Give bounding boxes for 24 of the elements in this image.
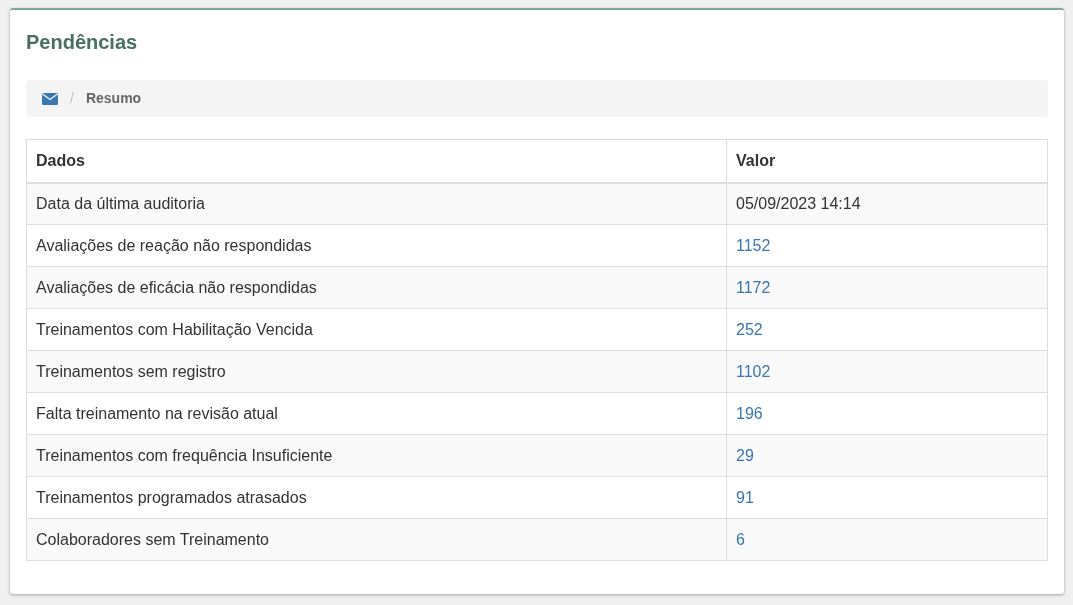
table-cell: Treinamentos com frequência Insuficiente — [26, 434, 727, 477]
count-link[interactable]: 252 — [736, 320, 763, 338]
table-cell: Avaliações de eficácia não respondidas — [26, 266, 727, 309]
table-cell: Treinamentos programados atrasados — [26, 476, 727, 519]
count-link[interactable]: 29 — [736, 446, 754, 464]
count-link[interactable]: 1102 — [736, 362, 771, 380]
column-header: Valor — [726, 139, 1048, 183]
count-link[interactable]: 91 — [736, 488, 754, 506]
table-cell: Avaliações de reação não respondidas — [26, 224, 727, 267]
table-cell: Treinamentos com Habilitação Vencida — [26, 308, 727, 351]
breadcrumb-separator: / — [69, 89, 75, 108]
breadcrumb-item: Resumo — [85, 89, 142, 108]
envelope-icon[interactable] — [42, 92, 58, 105]
table-cell: Treinamentos sem registro — [26, 350, 727, 393]
table-cell: Colaboradores sem Treinamento — [26, 518, 727, 561]
panel-title: Pendências — [26, 30, 138, 55]
column-header: Dados — [26, 139, 727, 183]
table-cell: 05/09/2023 14:14 — [736, 194, 861, 212]
table-cell: Data da última auditoria — [26, 182, 727, 225]
count-link[interactable]: 1172 — [736, 278, 771, 296]
count-link[interactable]: 1152 — [736, 236, 771, 254]
table-cell: Falta treinamento na revisão atual — [26, 392, 727, 435]
count-link[interactable]: 6 — [736, 530, 745, 548]
count-link[interactable]: 196 — [736, 404, 763, 422]
